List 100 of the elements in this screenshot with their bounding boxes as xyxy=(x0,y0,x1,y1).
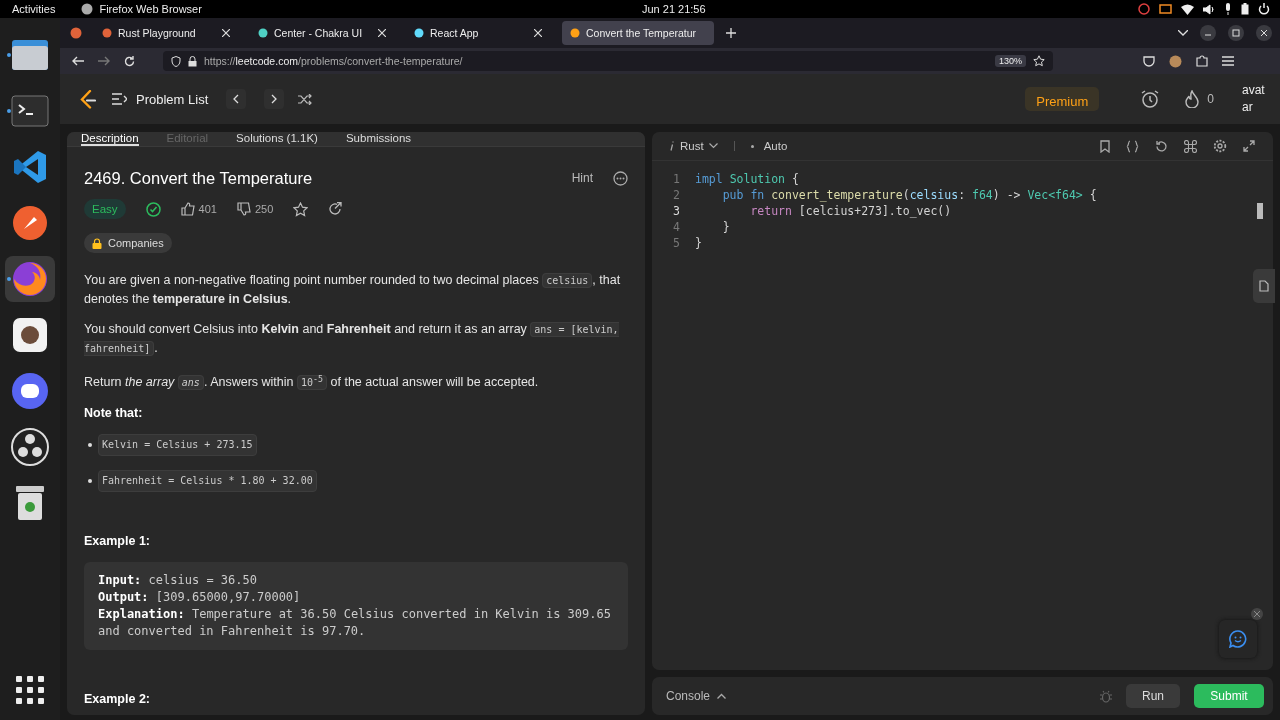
command-key-icon[interactable] xyxy=(1184,139,1197,153)
star-icon[interactable] xyxy=(293,201,309,217)
address-bar[interactable]: https://leetcode.com/problems/convert-the-temperature/ 130% xyxy=(163,51,1053,71)
status-icon[interactable] xyxy=(1138,3,1150,15)
thumbs-down-icon[interactable] xyxy=(236,202,251,216)
new-tab-icon[interactable] xyxy=(726,28,736,38)
shield-icon xyxy=(171,55,181,67)
alarm-clock-icon[interactable] xyxy=(1141,90,1160,108)
settings-icon[interactable] xyxy=(1213,139,1227,153)
console-toggle[interactable]: Console xyxy=(666,689,727,703)
clock[interactable]: Jun 21 21:56 xyxy=(642,3,706,15)
volume-icon[interactable] xyxy=(1203,3,1215,15)
pocket-icon[interactable] xyxy=(1143,55,1155,67)
next-button[interactable] xyxy=(264,89,285,109)
note-heading: Note that: xyxy=(84,405,144,423)
share-icon[interactable] xyxy=(328,202,343,216)
example-heading: Example 2: xyxy=(84,691,151,709)
companies-tag[interactable]: Companies xyxy=(84,233,172,253)
browser-tab[interactable]: React App xyxy=(406,21,550,45)
tab-favicon-icon xyxy=(414,28,424,38)
power-icon[interactable] xyxy=(1258,3,1270,15)
menu-icon[interactable] xyxy=(1222,56,1234,66)
panel-tab[interactable]: Description xyxy=(81,132,139,146)
description-paragraph: Return the array ans . Answers within 10$^{-5}$ of the actual answer will be accepted. xyxy=(84,373,540,393)
puzzle-icon[interactable] xyxy=(1196,55,1208,67)
firefox-icon[interactable] xyxy=(70,27,82,39)
like-button[interactable]: 401 xyxy=(180,200,217,218)
reload-icon[interactable] xyxy=(124,55,135,67)
more-options-icon[interactable] xyxy=(613,170,628,186)
shuffle-icon[interactable] xyxy=(298,93,313,105)
formula: Fahrenheit = Celsius * 1.80 + 32.00 xyxy=(98,470,317,493)
line-number: 5 xyxy=(672,236,681,250)
problem-list-link[interactable]: Problem List xyxy=(112,91,209,107)
auto-mode-toggle[interactable]: Auto xyxy=(750,140,788,152)
language-selector[interactable]: Rust xyxy=(670,140,718,152)
back-icon[interactable] xyxy=(72,56,84,66)
firefox-icon xyxy=(81,3,94,15)
scrollbar-thumb[interactable] xyxy=(1257,203,1263,219)
avatar-alt-text[interactable]: avatar xyxy=(1242,82,1266,116)
line-number: 4 xyxy=(672,220,681,234)
browser-tab[interactable]: Center - Chakra UI xyxy=(250,21,394,45)
browser-tab[interactable]: Rust Playground xyxy=(94,21,238,45)
document-icon[interactable] xyxy=(1259,280,1269,292)
lock-icon xyxy=(188,55,197,67)
hint-link[interactable]: Hint xyxy=(571,169,593,187)
panel-tab[interactable]: Submissions xyxy=(345,132,412,146)
maximize-icon[interactable] xyxy=(1232,29,1240,37)
chevron-down-icon[interactable] xyxy=(708,143,718,149)
forward-icon[interactable] xyxy=(98,56,110,66)
app-grid-icon[interactable] xyxy=(16,676,44,704)
panel-tab[interactable]: Solutions (1.1K) xyxy=(236,132,318,146)
difficulty-badge: Easy xyxy=(84,199,126,219)
wifi-icon[interactable] xyxy=(1181,3,1194,15)
line-number: 1 xyxy=(672,172,681,186)
close-button[interactable] xyxy=(1256,25,1272,41)
info-icon xyxy=(670,141,675,151)
bug-icon[interactable] xyxy=(1100,689,1112,703)
app-name: Firefox Web Browser xyxy=(99,3,202,15)
premium-button[interactable]: Premium xyxy=(1025,87,1100,111)
description-paragraph: You are given a non-negative floating point number rounded to two decimal places celsius , that denotes the temperature in Celsius. xyxy=(84,272,622,308)
activities-button[interactable]: Activities xyxy=(12,3,56,15)
example-line: Input: celsius = 36.50 xyxy=(98,572,258,590)
run-button[interactable]: Run xyxy=(1126,684,1180,708)
minimize-button[interactable] xyxy=(1200,25,1216,41)
dock-app-icon[interactable] xyxy=(5,256,55,302)
zoom-badge[interactable]: 130% xyxy=(994,55,1026,67)
microphone-icon[interactable] xyxy=(1224,3,1232,15)
reset-icon[interactable] xyxy=(1155,139,1168,153)
battery-icon[interactable] xyxy=(1241,3,1249,15)
flame-icon[interactable] xyxy=(1185,90,1200,108)
bookmark-icon[interactable] xyxy=(1100,139,1110,153)
previous-button[interactable] xyxy=(226,89,247,109)
braces-icon[interactable] xyxy=(1126,139,1139,153)
maximize-button[interactable] xyxy=(1228,25,1244,41)
streak-count: 0 xyxy=(1207,92,1214,106)
list-icon[interactable] xyxy=(112,93,127,105)
example-heading: Example 1: xyxy=(84,533,151,551)
smiley-chat-icon[interactable] xyxy=(1229,630,1247,648)
dislike-button[interactable]: 250 xyxy=(236,200,274,218)
notes-side-button[interactable] xyxy=(1253,269,1275,303)
code-line: pub fn convert_temperature(celsius: f64) -> Vec<f64> { xyxy=(721,188,1097,202)
screen-share-icon[interactable] xyxy=(1159,3,1172,15)
leetcode-logo-icon[interactable] xyxy=(80,89,96,109)
tab-favicon-icon xyxy=(102,28,112,38)
chevron-left-icon[interactable] xyxy=(233,94,240,104)
browser-tab[interactable]: Convert the Temperatur xyxy=(562,21,714,45)
chevron-right-icon[interactable] xyxy=(271,94,278,104)
feedback-button[interactable] xyxy=(1219,620,1257,658)
code-line: } xyxy=(695,236,702,250)
expand-icon[interactable] xyxy=(1243,140,1255,152)
extension-icon[interactable] xyxy=(1169,54,1182,68)
thumbs-up-icon[interactable] xyxy=(180,202,195,216)
code-line: impl Solution { xyxy=(695,172,799,186)
code-line: return [celcius+273].to_vec() xyxy=(749,204,952,218)
star-icon[interactable] xyxy=(1033,55,1045,67)
chevron-up-icon[interactable] xyxy=(717,693,727,699)
code-line: } xyxy=(721,220,730,234)
example-line: Explanation: Temperature at 36.50 Celsius converted in Kelvin is 309.65 and converted in Fahrenheit is 97.70. xyxy=(98,606,612,641)
formula: Kelvin = Celsius + 273.15 xyxy=(98,434,257,457)
lock-icon xyxy=(92,237,102,249)
